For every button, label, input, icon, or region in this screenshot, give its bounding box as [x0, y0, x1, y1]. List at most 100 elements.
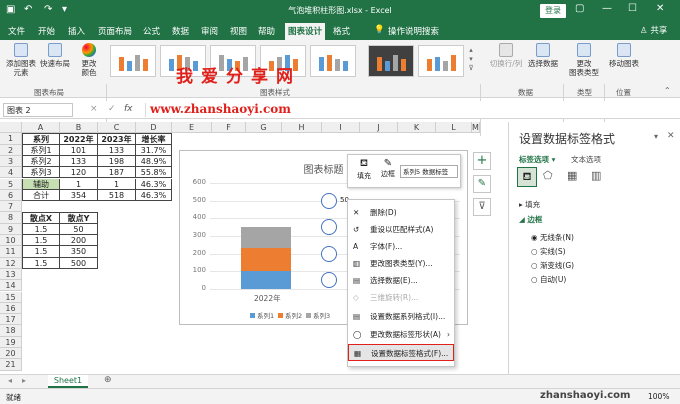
table-cell[interactable]: 散点Y: [60, 212, 98, 224]
row-header[interactable]: 6: [0, 189, 22, 202]
row-header[interactable]: 3: [0, 155, 22, 168]
context-menu-item[interactable]: ✕ 删除(D): [348, 204, 454, 221]
fill-line-icon[interactable]: ⛾: [517, 167, 537, 187]
table-cell[interactable]: 198: [98, 155, 136, 168]
column-header[interactable]: K: [398, 122, 436, 134]
table-cell[interactable]: 31.7%: [136, 144, 172, 156]
row-header[interactable]: 21: [0, 359, 22, 371]
table-cell[interactable]: 350: [60, 246, 98, 258]
tab-text-options[interactable]: 文本选项: [571, 154, 601, 165]
table-cell[interactable]: 50: [60, 223, 98, 235]
column-header[interactable]: B: [60, 122, 98, 134]
change-colors-button[interactable]: 更改 颜色: [76, 43, 102, 77]
column-header[interactable]: H: [282, 122, 322, 134]
row-header[interactable]: 1: [0, 133, 22, 145]
label-options-icon[interactable]: ▥: [591, 169, 601, 182]
chart-style-7[interactable]: [418, 45, 464, 77]
size-properties-icon[interactable]: ▦: [567, 169, 577, 182]
row-header[interactable]: 5: [0, 178, 22, 190]
tab-formulas[interactable]: 公式: [143, 25, 160, 37]
name-box[interactable]: 图表 2: [3, 103, 73, 117]
zoom-level[interactable]: 100%: [648, 392, 669, 401]
row-header[interactable]: 14: [0, 280, 22, 292]
tab-file[interactable]: 文件: [8, 25, 25, 37]
row-header[interactable]: 8: [0, 212, 22, 224]
tab-page-layout[interactable]: 页面布局: [98, 25, 132, 37]
table-cell[interactable]: 48.9%: [136, 155, 172, 168]
column-header[interactable]: D: [136, 122, 172, 134]
row-header[interactable]: 16: [0, 302, 22, 315]
radio-auto[interactable]: ○ 自动(U): [531, 274, 566, 285]
context-menu-item[interactable]: ▤ 选择数据(E)...: [348, 272, 454, 289]
data-label-bubble[interactable]: [321, 272, 337, 289]
close-icon[interactable]: ✕: [656, 3, 664, 14]
chart-elements-button[interactable]: +: [473, 152, 491, 170]
minimize-icon[interactable]: —: [602, 3, 612, 14]
context-menu-item[interactable]: ↺ 重设以匹配样式(A): [348, 221, 454, 238]
row-header[interactable]: 4: [0, 167, 22, 179]
table-cell[interactable]: 1.5: [22, 246, 60, 258]
column-header[interactable]: C: [98, 122, 136, 134]
confirm-formula-icon[interactable]: ✓: [108, 104, 116, 114]
row-header[interactable]: 2: [0, 144, 22, 156]
table-cell[interactable]: 增长率: [136, 133, 172, 145]
column-header[interactable]: M: [472, 122, 480, 134]
row-header[interactable]: 10: [0, 235, 22, 247]
radio-solid-line[interactable]: ○ 实线(S): [531, 246, 566, 257]
pane-dropdown-icon[interactable]: ▾: [654, 132, 658, 141]
context-menu-item[interactable]: ▥ 更改图表类型(Y)...: [348, 255, 454, 272]
legend-entry[interactable]: 系列3: [306, 310, 330, 320]
table-cell[interactable]: 200: [60, 235, 98, 247]
add-chart-element-button[interactable]: 添加图表 元素: [4, 43, 38, 77]
table-cell[interactable]: 1: [60, 178, 98, 190]
context-menu-item[interactable]: A 字体(F)...: [348, 238, 454, 255]
tell-me-search[interactable]: 操作说明搜索: [388, 25, 439, 37]
collapse-ribbon-icon[interactable]: ⌃: [664, 86, 671, 95]
select-all-corner[interactable]: [0, 122, 22, 134]
radio-no-line[interactable]: ◉ 无线条(N): [531, 232, 574, 243]
tab-insert[interactable]: 插入: [68, 25, 85, 37]
table-cell[interactable]: 辅助: [22, 178, 60, 190]
row-header[interactable]: 7: [0, 201, 22, 213]
styles-scroll-icon[interactable]: ▴ ▾ ⊽: [466, 46, 476, 73]
section-border[interactable]: ◢ 边框: [519, 214, 542, 225]
table-cell[interactable]: 101: [60, 144, 98, 156]
tab-chart-design[interactable]: 图表设计: [285, 23, 326, 40]
table-cell[interactable]: 133: [60, 155, 98, 168]
table-cell[interactable]: 120: [60, 167, 98, 179]
table-cell[interactable]: 500: [60, 257, 98, 269]
row-header[interactable]: 12: [0, 257, 22, 269]
chart-style-5[interactable]: [310, 45, 356, 77]
bar-segment[interactable]: [241, 247, 291, 272]
tab-view[interactable]: 视图: [230, 25, 247, 37]
column-header[interactable]: A: [22, 122, 60, 134]
share-button[interactable]: ♙ 共享: [640, 24, 667, 36]
chart-style-1[interactable]: [110, 45, 156, 77]
table-cell[interactable]: 2022年: [60, 133, 98, 145]
table-cell[interactable]: 2023年: [98, 133, 136, 145]
table-cell[interactable]: 187: [98, 167, 136, 179]
chart-style-6[interactable]: [368, 45, 414, 77]
legend-entry[interactable]: 系列1: [250, 310, 274, 320]
table-cell[interactable]: 1: [98, 178, 136, 190]
scroll-left-icon[interactable]: ◂: [8, 376, 12, 385]
table-cell[interactable]: 46.3%: [136, 189, 172, 202]
table-cell[interactable]: 1.5: [22, 235, 60, 247]
pane-close-icon[interactable]: ✕: [667, 131, 675, 141]
table-cell[interactable]: 133: [98, 144, 136, 156]
cancel-formula-icon[interactable]: ×: [90, 104, 98, 114]
chart-filters-button[interactable]: ⊽: [473, 198, 491, 216]
table-cell[interactable]: 1.5: [22, 257, 60, 269]
column-header[interactable]: J: [360, 122, 398, 134]
context-menu-item[interactable]: ▦ 设置数据标签格式(F)...: [348, 344, 454, 361]
data-label-bubble[interactable]: [321, 245, 337, 262]
row-header[interactable]: 15: [0, 291, 22, 303]
row-header[interactable]: 17: [0, 314, 22, 326]
fill-button[interactable]: ⛾ 填充: [354, 158, 374, 181]
table-cell[interactable]: 系列3: [22, 167, 60, 179]
data-label-bubble[interactable]: [321, 192, 337, 209]
maximize-icon[interactable]: ☐: [628, 3, 637, 14]
table-cell[interactable]: 散点X: [22, 212, 60, 224]
change-chart-type-button[interactable]: 更改 图表类型: [566, 43, 602, 77]
element-selector-dropdown[interactable]: 系列5 数据标签: [400, 165, 458, 178]
